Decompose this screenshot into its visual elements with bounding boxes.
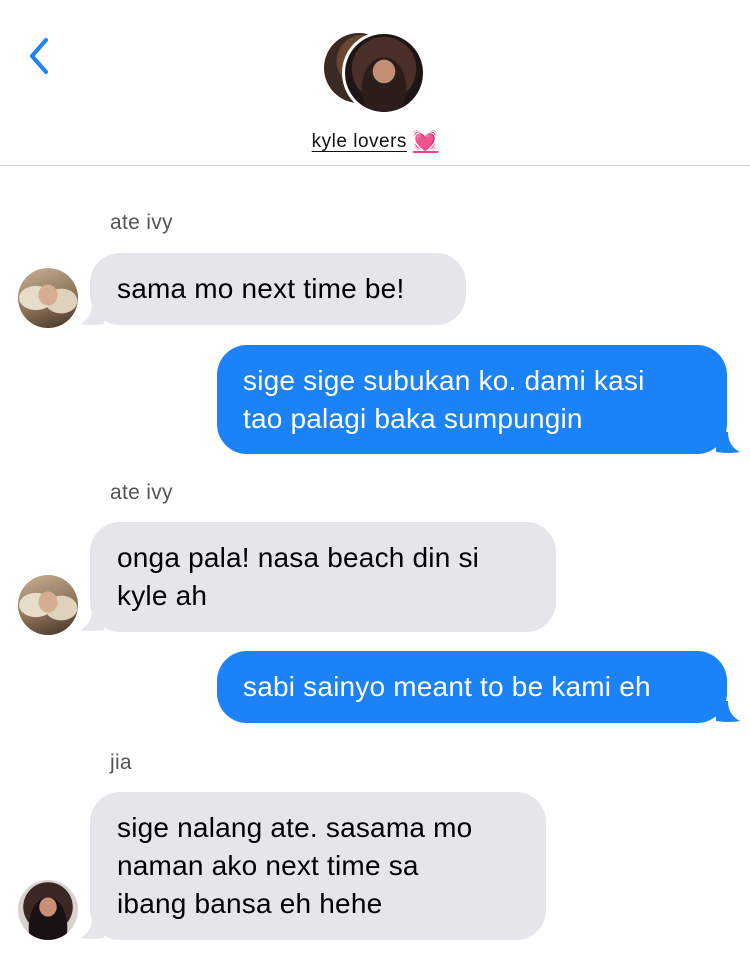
sender-name: jia [110,751,132,774]
heart-emoji: 💓 [412,130,439,152]
member-photo-front [342,31,426,115]
group-name: kyle lovers [311,131,407,152]
message-line: tao palagi baka sumpungin [243,403,583,434]
message-bubble[interactable]: sama mo next time be! [90,253,466,325]
message-line: sige nalang ate. sasama mo [117,812,473,843]
message-line: sama mo next time be! [117,273,405,304]
message-line: kyle ah [117,580,208,611]
avatar[interactable] [18,880,78,940]
avatar[interactable] [18,268,78,328]
group-title[interactable]: kyle lovers 💓 [0,128,750,153]
sender-name: ate ivy [110,481,173,504]
message-bubble[interactable]: sige nalang ate. sasama mo naman ako nex… [90,792,546,940]
message-line: ibang bansa eh hehe [117,888,383,919]
back-chevron-icon[interactable] [24,34,54,78]
message-line: sige sige subukan ko. dami kasi [243,365,645,396]
message-bubble[interactable]: onga pala! nasa beach din si kyle ah [90,522,556,632]
message-line: sabi sainyo meant to be kami eh [243,671,651,702]
conversation-header: kyle lovers 💓 [0,0,750,166]
message-bubble[interactable]: sabi sainyo meant to be kami eh [217,651,727,723]
sender-name: ate ivy [110,211,173,234]
group-avatar[interactable] [322,31,428,117]
message-line: naman ako next time sa [117,850,419,881]
message-bubble[interactable]: sige sige subukan ko. dami kasi tao pala… [217,345,727,454]
avatar[interactable] [18,575,78,635]
message-line: onga pala! nasa beach din si [117,542,480,573]
